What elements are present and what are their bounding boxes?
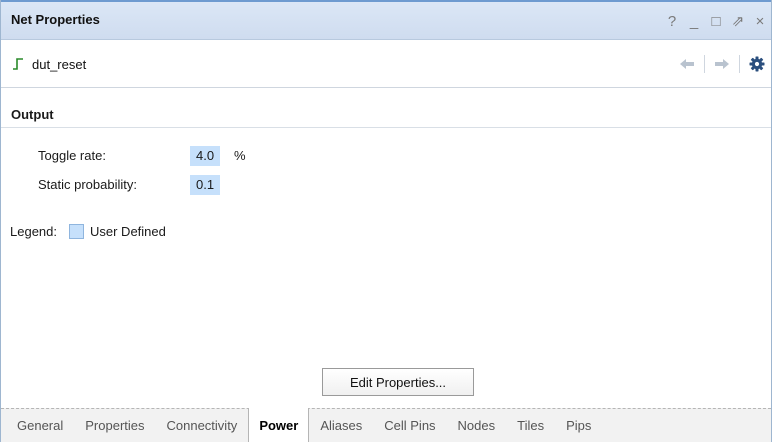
window-title: Net Properties: [11, 12, 100, 27]
edit-properties-button[interactable]: Edit Properties...: [322, 368, 474, 396]
nav-buttons: [673, 53, 771, 75]
nav-separator: [704, 55, 705, 73]
net-signal-icon: [13, 58, 23, 70]
tab-cell-pins[interactable]: Cell Pins: [373, 409, 446, 442]
static-probability-label: Static probability:: [38, 177, 137, 192]
legend: Legend: User Defined: [10, 224, 166, 239]
static-probability-value[interactable]: 0.1: [190, 175, 221, 195]
back-arrow-icon[interactable]: [673, 53, 701, 75]
user-defined-swatch: [69, 224, 84, 239]
tab-connectivity[interactable]: Connectivity: [156, 409, 249, 442]
net-name: dut_reset: [32, 57, 87, 72]
tab-properties[interactable]: Properties: [74, 409, 155, 442]
output-section-header: Output: [1, 104, 771, 128]
tab-aliases[interactable]: Aliases: [309, 409, 373, 442]
tab-bar: General Properties Connectivity Power Al…: [1, 408, 771, 442]
section-title: Output: [11, 107, 54, 122]
legend-label: Legend:: [10, 224, 57, 239]
window-controls: ? _ □ ⇗ ×: [661, 11, 771, 31]
toggle-rate-value[interactable]: 4.0: [190, 146, 221, 166]
tab-nodes[interactable]: Nodes: [447, 409, 507, 442]
toggle-rate-unit: %: [234, 148, 246, 163]
net-properties-window: Net Properties ? _ □ ⇗ × dut_reset Outpu…: [0, 0, 772, 442]
tab-pips[interactable]: Pips: [555, 409, 602, 442]
close-icon[interactable]: ×: [749, 11, 771, 31]
tab-tiles[interactable]: Tiles: [506, 409, 555, 442]
forward-arrow-icon[interactable]: [708, 53, 736, 75]
minimize-icon[interactable]: _: [683, 11, 705, 31]
nav-separator: [739, 55, 740, 73]
properties-panel: Output Toggle rate: 4.0 % Static probabi…: [1, 89, 771, 401]
float-icon[interactable]: ⇗: [727, 11, 749, 31]
help-icon[interactable]: ?: [661, 11, 683, 31]
tab-general[interactable]: General: [11, 409, 74, 442]
tab-power[interactable]: Power: [248, 408, 310, 442]
title-bar: Net Properties ? _ □ ⇗ ×: [1, 0, 771, 40]
maximize-icon[interactable]: □: [705, 11, 727, 31]
legend-item-label: User Defined: [90, 224, 166, 239]
gear-icon[interactable]: [743, 53, 771, 75]
toggle-rate-label: Toggle rate:: [38, 148, 106, 163]
net-toolbar: dut_reset: [1, 40, 771, 88]
